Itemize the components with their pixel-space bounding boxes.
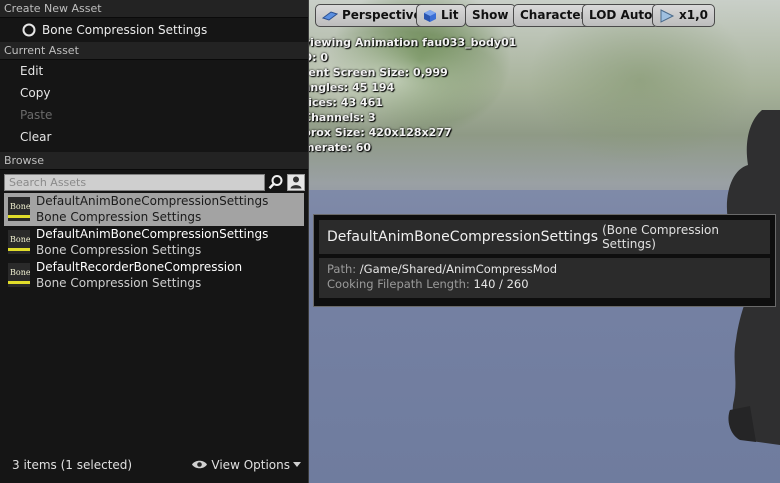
search-assets-input[interactable] [4,173,265,191]
edit-menu-item[interactable]: Edit [0,60,308,82]
clear-menu-item[interactable]: Clear [0,126,308,148]
circle-icon [22,23,36,37]
bone-compression-thumbnail: Bone [8,197,30,221]
asset-tooltip: DefaultAnimBoneCompressionSettings (Bone… [313,214,776,307]
path-key: Path: [327,262,357,276]
asset-list: Bone DefaultAnimBoneCompressionSettings … [0,193,308,292]
lit-cube-icon [424,9,436,22]
lod-label: LOD Auto [589,8,653,22]
asset-name: DefaultAnimBoneCompressionSettings [36,227,269,241]
user-icon [290,176,302,189]
create-new-asset-header: Create New Asset [0,0,308,18]
stat-line: viewing Animation fau033_body01 [303,36,517,49]
bone-compression-thumbnail: Bone [8,263,30,287]
asset-name: DefaultRecorderBoneCompression [36,260,243,274]
show-button[interactable]: Show [465,4,516,27]
stat-line: tices: 43 461 [303,96,383,109]
stat-line: angles: 45 194 [303,81,395,94]
lit-label: Lit [441,8,459,22]
asset-name: DefaultAnimBoneCompressionSettings [36,194,269,208]
copy-menu-item[interactable]: Copy [0,82,308,104]
asset-item[interactable]: Bone DefaultRecorderBoneCompression Bone… [4,259,304,292]
playback-speed-label: x1,0 [679,8,708,22]
search-icon [268,175,283,190]
filter-user-button[interactable] [287,173,305,191]
perspective-label: Perspective [342,8,422,22]
lit-button[interactable]: Lit [416,4,466,27]
show-label: Show [472,8,509,22]
stat-line: prox Size: 420x128x277 [303,126,452,139]
tooltip-title: DefaultAnimBoneCompressionSettings [327,229,599,245]
play-speed-icon [660,8,675,23]
asset-type: Bone Compression Settings [36,210,202,224]
asset-type: Bone Compression Settings [36,243,202,257]
bone-compression-thumbnail: Bone [8,230,30,254]
current-asset-header: Current Asset [0,42,308,60]
stat-line: D: 0 [303,51,329,64]
asset-item[interactable]: Bone DefaultAnimBoneCompressionSettings … [4,226,304,259]
tooltip-header: DefaultAnimBoneCompressionSettings (Bone… [319,220,770,254]
cooking-length-key: Cooking Filepath Length: [327,277,470,291]
search-button[interactable] [265,173,287,191]
create-bone-compression-settings-item[interactable]: Bone Compression Settings [0,18,308,42]
paste-menu-item[interactable]: Paste [0,104,308,126]
viewport-stats: viewing Animation fau033_body01 D: 0 ren… [303,35,516,155]
character-label: Character [520,8,587,22]
stat-line: rent Screen Size: 0,999 [303,66,448,79]
view-options-label: View Options [211,457,290,472]
perspective-button[interactable]: Perspective [315,4,429,27]
asset-item[interactable]: Bone DefaultAnimBoneCompressionSettings … [4,193,304,226]
view-options-button[interactable]: View Options [191,458,301,472]
stat-line: merate: 60 [303,141,372,154]
playback-speed-button[interactable]: x1,0 [652,4,715,27]
tooltip-body: Path: /Game/Shared/AnimCompressMod Cooki… [319,258,770,298]
create-item-label: Bone Compression Settings [42,23,208,37]
asset-picker-menu: Create New Asset Bone Compression Settin… [0,0,309,483]
search-row [4,172,308,192]
chevron-down-icon [293,461,301,467]
lod-button[interactable]: LOD Auto [582,4,660,27]
asset-type: Bone Compression Settings [36,276,202,290]
path-value: /Game/Shared/AnimCompressMod [359,262,558,276]
cooking-length-value: 140 / 260 [473,277,529,291]
asset-list-footer: 3 items (1 selected) View Options [0,452,309,477]
item-count: 3 items (1 selected) [12,457,133,472]
perspective-icon [322,10,338,21]
tooltip-class: (Bone Compression Settings) [602,223,719,251]
stat-line: Channels: 3 [303,111,376,124]
eye-icon [192,460,208,469]
browse-header: Browse [0,152,308,170]
